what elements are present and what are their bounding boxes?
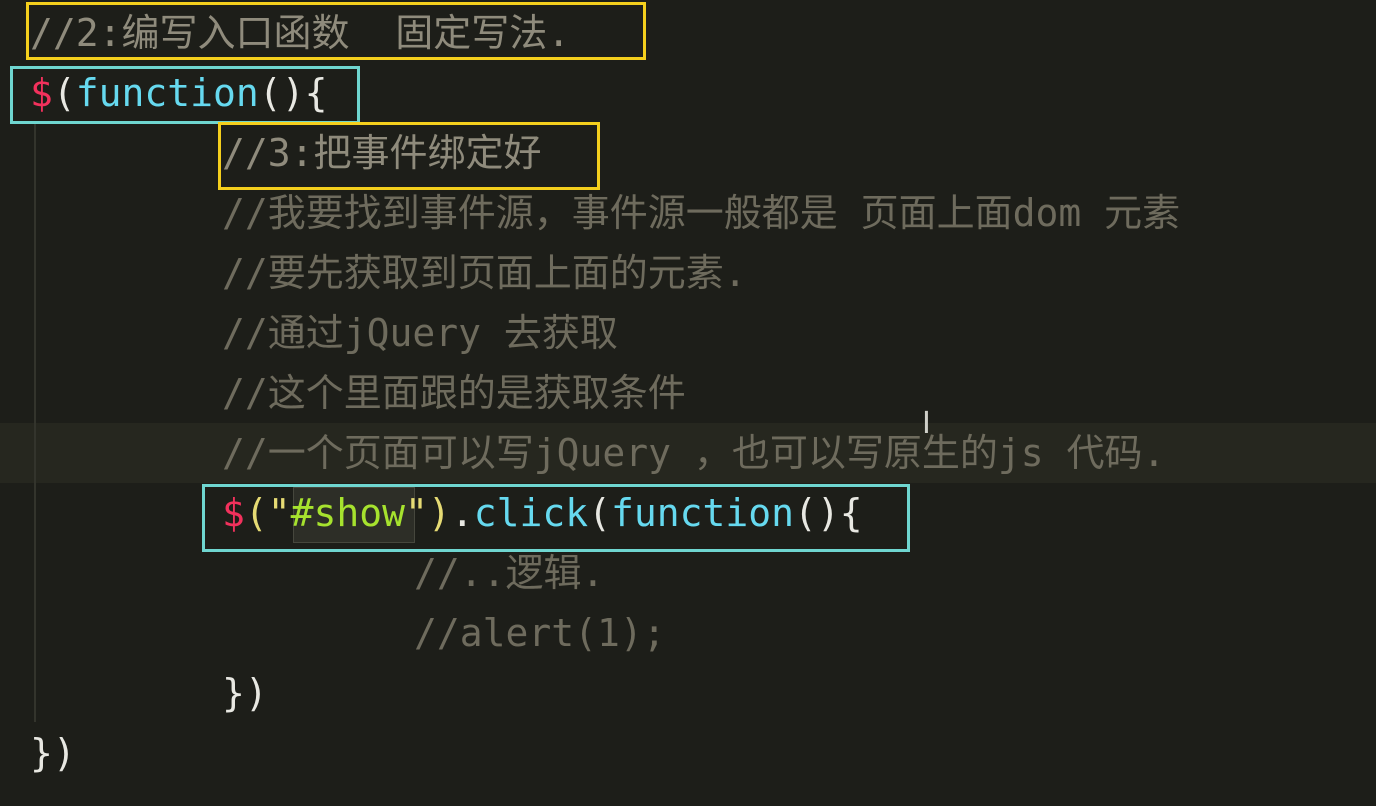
code-line-10[interactable]: //..逻辑. (414, 543, 604, 603)
code-line-5[interactable]: //要先获取到页面上面的元素. (222, 243, 747, 303)
annotation-box-bind-comment (218, 122, 600, 190)
text-cursor-icon: I (922, 406, 931, 441)
code-line-11[interactable]: //alert(1); (414, 603, 666, 663)
indent-guide (34, 122, 36, 722)
annotation-box-click-handler (202, 484, 910, 552)
code-editor[interactable]: //2:编写入口函数 固定写法. $(function(){ //3:把事件绑定… (0, 0, 1376, 806)
code-line-12[interactable]: }) (222, 663, 268, 723)
code-line-4[interactable]: //我要找到事件源，事件源一般都是 页面上面dom 元素 (222, 183, 1180, 243)
annotation-box-entry-comment (26, 2, 646, 60)
annotation-box-entry-function (10, 66, 360, 124)
code-line-13[interactable]: }) (30, 723, 76, 783)
code-line-6[interactable]: //通过jQuery 去获取 (222, 303, 618, 363)
code-line-7[interactable]: //这个里面跟的是获取条件 (222, 363, 686, 423)
code-line-8[interactable]: //一个页面可以写jQuery ，也可以写原生的js 代码. (222, 423, 1165, 483)
